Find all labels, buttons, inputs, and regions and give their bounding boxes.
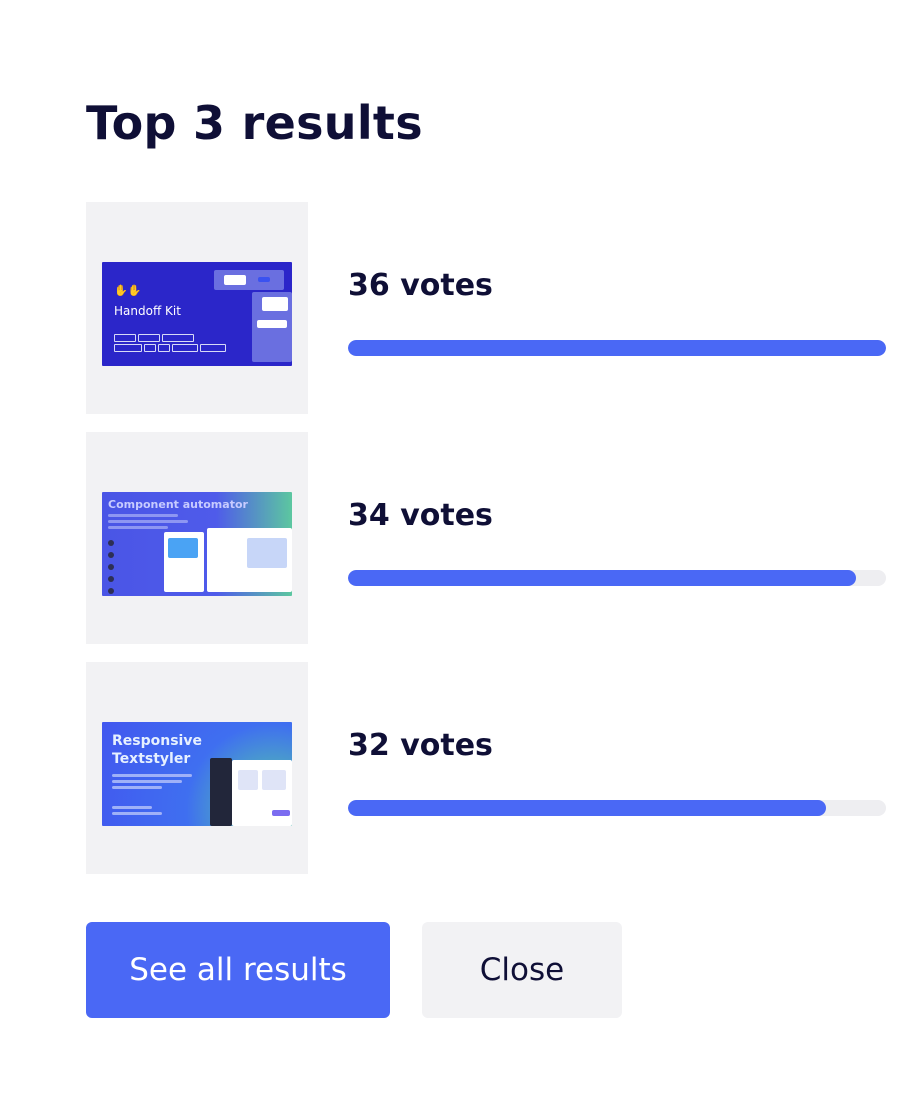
votes-progress-fill [348,340,886,356]
result-thumbnail-frame: Component automator [86,432,308,644]
votes-progress-track [348,800,886,816]
votes-progress-track [348,570,886,586]
result-thumbnail-frame: Responsive Textstyler [86,662,308,874]
votes-progress-fill [348,570,856,586]
result-item[interactable]: Responsive Textstyler 32 votes [86,662,886,874]
results-title: Top 3 results [86,96,423,150]
result-thumbnail: Component automator [102,492,292,596]
result-item[interactable]: Component automator 34 votes [86,432,886,644]
result-thumbnail: ✋✋ Handoff Kit [102,262,292,366]
votes-progress-track [348,340,886,356]
result-item[interactable]: ✋✋ Handoff Kit 36 votes [86,202,886,414]
see-all-results-button[interactable]: See all results [86,922,390,1018]
votes-count: 34 votes [348,498,493,533]
thumbnail-title: Component automator [108,498,248,511]
thumbnail-title: Handoff Kit [114,304,181,318]
result-thumbnail: Responsive Textstyler [102,722,292,826]
result-thumbnail-frame: ✋✋ Handoff Kit [86,202,308,414]
votes-count: 32 votes [348,728,493,763]
close-button[interactable]: Close [422,922,622,1018]
votes-progress-fill [348,800,827,816]
hands-icon: ✋✋ [114,284,142,297]
votes-count: 36 votes [348,268,493,303]
